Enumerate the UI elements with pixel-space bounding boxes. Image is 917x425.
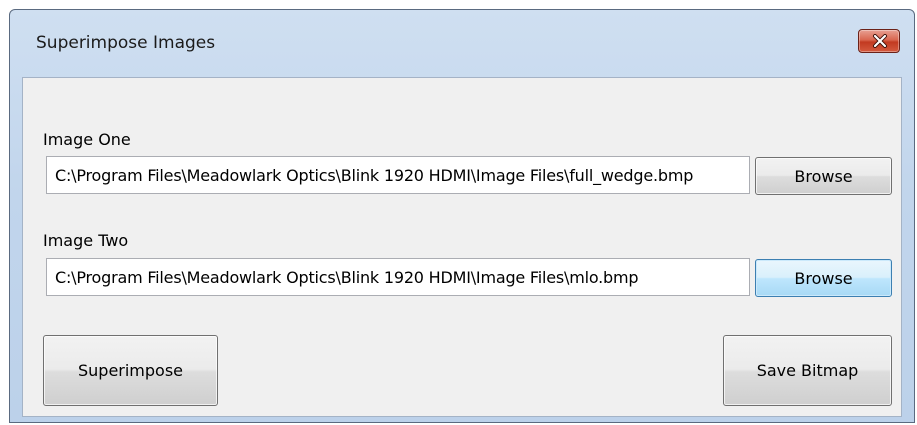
image-one-label: Image One — [43, 130, 131, 149]
superimpose-button[interactable]: Superimpose — [43, 335, 218, 406]
superimpose-button-label: Superimpose — [77, 361, 184, 380]
save-bitmap-button[interactable]: Save Bitmap — [723, 335, 892, 406]
dialog-client-area: Image One Browse Image Two Browse Superi… — [22, 77, 902, 417]
title-bar[interactable]: Superimpose Images — [10, 10, 914, 72]
image-two-path-field[interactable] — [46, 258, 750, 296]
image-two-label: Image Two — [43, 231, 129, 250]
superimpose-images-window: Superimpose Images Image One Browse Imag… — [9, 9, 915, 423]
image-one-browse-label: Browse — [794, 166, 853, 186]
image-two-browse-button[interactable]: Browse — [755, 259, 892, 297]
image-one-path-field[interactable] — [46, 156, 750, 194]
close-button[interactable] — [858, 29, 900, 53]
image-one-browse-button[interactable]: Browse — [755, 157, 892, 195]
save-bitmap-button-label: Save Bitmap — [756, 361, 859, 380]
close-x-icon — [873, 34, 887, 48]
image-two-browse-label: Browse — [794, 268, 853, 288]
window-title: Superimpose Images — [36, 33, 216, 53]
